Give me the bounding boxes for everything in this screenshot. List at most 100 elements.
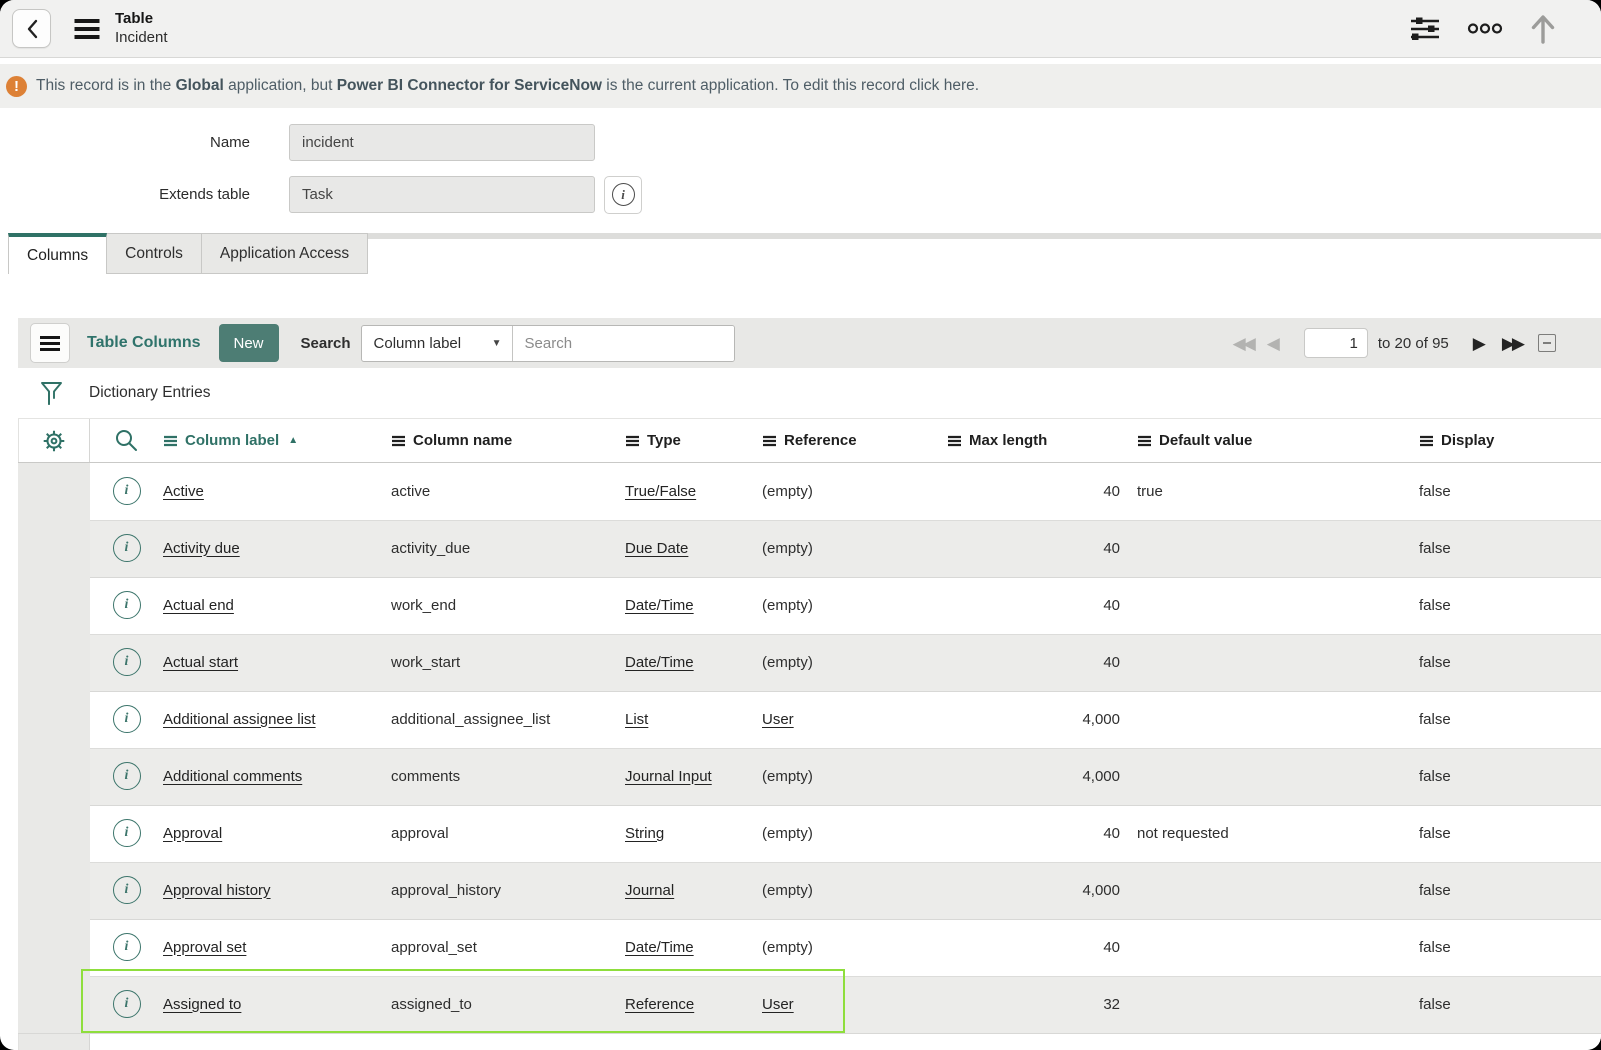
type-link[interactable]: Date/Time (625, 939, 694, 956)
list-toolbar: Table Columns New Search Column label ▼ … (18, 318, 1601, 368)
column-name-cell: assigned_to (391, 976, 625, 1034)
chevron-left-icon (26, 19, 38, 39)
row-selector-cell sel-border[interactable] (18, 577, 90, 635)
next-page-button[interactable]: ▶ (1473, 335, 1486, 352)
app-header: Table Incident (0, 0, 1601, 58)
type-link[interactable]: Date/Time (625, 654, 694, 671)
column-label-link[interactable]: Actual start (163, 654, 238, 671)
type-cell: Reference (625, 976, 762, 1034)
filter-button[interactable] (40, 381, 63, 406)
column-label-link[interactable]: Approval set (163, 939, 246, 956)
info-icon[interactable]: i (113, 591, 141, 619)
column-label-cell: Actual start (163, 634, 391, 692)
info-icon[interactable]: i (113, 819, 141, 847)
search-input[interactable] (513, 326, 734, 361)
column-header-default-value[interactable]: Default value (1137, 432, 1419, 449)
column-label-link[interactable]: Additional assignee list (163, 711, 316, 728)
list-title[interactable]: Table Columns (87, 334, 201, 352)
row-selector-cell sel-border[interactable] (18, 805, 90, 863)
column-label-link[interactable]: Additional comments (163, 768, 302, 785)
info-icon[interactable]: i (113, 933, 141, 961)
default-value-cell (1137, 634, 1419, 692)
info-icon[interactable]: i (113, 876, 141, 904)
display-cell: false (1419, 577, 1601, 635)
last-page-button[interactable]: ▶▶ (1502, 335, 1522, 352)
extends-table-field-label: Extends table (0, 186, 250, 203)
column-label-link[interactable]: Approval history (163, 882, 271, 899)
type-link[interactable]: String (625, 825, 664, 842)
column-label-cell: Active (163, 463, 391, 521)
info-icon[interactable]: i (113, 477, 141, 505)
column-label-cell: Approval set (163, 919, 391, 977)
column-header-reference[interactable]: Reference (762, 432, 947, 449)
first-page-button[interactable]: ◀◀ (1233, 335, 1253, 352)
page-number-input[interactable] (1304, 328, 1368, 358)
reference-value[interactable]: User (762, 996, 794, 1013)
gear-icon[interactable] (41, 428, 67, 454)
type-link[interactable]: Reference (625, 996, 694, 1013)
more-options-button[interactable] (1467, 22, 1503, 35)
column-header-label: Display (1441, 432, 1494, 449)
info-icon: i (612, 183, 635, 206)
info-icon[interactable]: i (113, 705, 141, 733)
row-selector-cell sel-border[interactable] (18, 976, 90, 1034)
collapse-list-button[interactable] (1538, 334, 1556, 352)
type-link[interactable]: Journal Input (625, 768, 712, 785)
column-header-type[interactable]: Type (625, 432, 762, 449)
column-label-cell: Actual end (163, 577, 391, 635)
scope-warning-text[interactable]: This record is in the Global application… (36, 77, 979, 95)
type-link[interactable]: List (625, 711, 648, 728)
type-link[interactable]: Journal (625, 882, 674, 899)
scroll-to-top-button[interactable] (1529, 13, 1557, 45)
list-context-menu-button[interactable] (30, 323, 70, 363)
back-button[interactable] (12, 9, 51, 48)
previous-page-button[interactable]: ◀ (1267, 335, 1280, 352)
tab-application-access[interactable]: Application Access (202, 233, 368, 274)
search-field-selected: Column label (374, 335, 462, 352)
type-link[interactable]: Date/Time (625, 597, 694, 614)
column-header-column-name[interactable]: Column name (391, 432, 625, 449)
column-label-link[interactable]: Approval (163, 825, 222, 842)
type-link[interactable]: True/False (625, 483, 696, 500)
new-button[interactable]: New (219, 324, 279, 362)
search-field-select[interactable]: Column label ▼ (362, 326, 513, 361)
max-length-cell: 32 (947, 976, 1137, 1034)
column-header-max-length[interactable]: Max length (947, 432, 1137, 449)
info-icon[interactable]: i (113, 648, 141, 676)
tab-controls[interactable]: Controls (107, 233, 202, 274)
search-icon[interactable] (114, 428, 139, 453)
context-menu-button[interactable] (73, 18, 101, 40)
row-selector-cell sel-border[interactable] (18, 919, 90, 977)
info-icon[interactable]: i (113, 534, 141, 562)
column-label-link[interactable]: Assigned to (163, 996, 241, 1013)
name-field[interactable] (289, 124, 595, 161)
type-cell: Date/Time (625, 634, 762, 692)
reference-value[interactable]: User (762, 711, 794, 728)
row-selector-cell sel-border[interactable] (18, 862, 90, 920)
column-menu-icon (1137, 435, 1152, 447)
tab-columns[interactable]: Columns (8, 233, 107, 274)
column-header-display[interactable]: Display (1419, 432, 1601, 449)
row-selector-cell sel-border[interactable] (18, 691, 90, 749)
row-selector-cell sel-border[interactable] (18, 520, 90, 578)
column-name-cell: approval_set (391, 919, 625, 977)
extends-table-field[interactable] (289, 176, 595, 213)
column-header-column-label[interactable]: Column label ▲ (163, 432, 391, 449)
list-breadcrumb[interactable]: Dictionary Entries (89, 384, 210, 402)
row-info-cell: i (90, 577, 163, 635)
column-menu-icon (163, 435, 178, 447)
row-selector-cell sel-border[interactable] (18, 634, 90, 692)
type-link[interactable]: Due Date (625, 540, 688, 557)
info-icon[interactable]: i (113, 990, 141, 1018)
extends-table-info-button[interactable]: i (604, 176, 642, 214)
reference-value: (empty) (762, 654, 813, 671)
info-icon[interactable]: i (113, 762, 141, 790)
type-cell: Date/Time (625, 577, 762, 635)
row-selector-cell sel-border[interactable] (18, 463, 90, 521)
display-cell: false (1419, 919, 1601, 977)
column-label-link[interactable]: Activity due (163, 540, 240, 557)
column-label-link[interactable]: Actual end (163, 597, 234, 614)
personalize-form-button[interactable] (1409, 16, 1441, 42)
row-selector-cell sel-border[interactable] (18, 748, 90, 806)
column-label-link[interactable]: Active (163, 483, 204, 500)
